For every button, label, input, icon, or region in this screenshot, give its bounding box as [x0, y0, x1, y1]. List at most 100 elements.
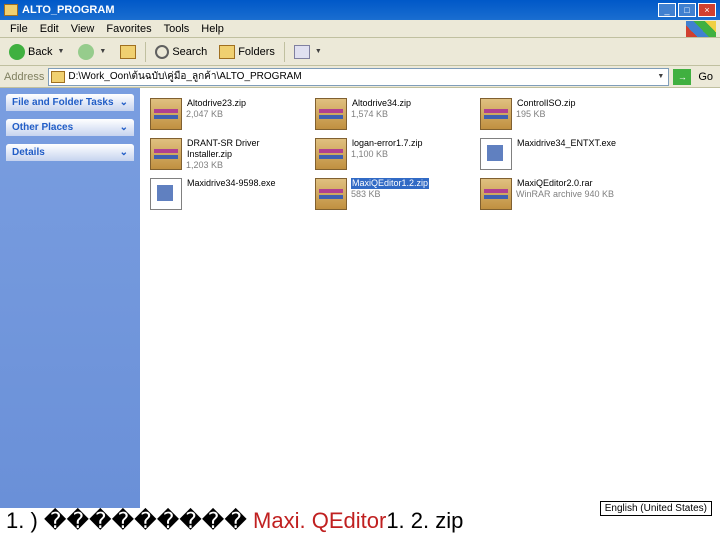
caption-filename: Maxi. QEditor	[247, 508, 386, 533]
separator	[284, 42, 285, 62]
places-header[interactable]: Other Places ⌄	[6, 119, 134, 136]
chevron-down-icon: ▼	[313, 48, 324, 55]
file-item[interactable]: Maxidrive34_ENTXT.exe	[478, 136, 633, 172]
file-meta: 1,100 KB	[351, 149, 466, 160]
details-header[interactable]: Details ⌄	[6, 144, 134, 161]
menu-edit[interactable]: Edit	[34, 23, 65, 35]
up-folder-icon	[120, 45, 136, 59]
file-name: MaxiQEditor2.0.rar	[516, 178, 594, 189]
file-name: ControlISO.zip	[516, 98, 577, 109]
address-label: Address	[4, 71, 44, 83]
collapse-icon: ⌄	[120, 147, 128, 158]
archive-icon	[150, 138, 182, 170]
menu-file[interactable]: File	[4, 23, 34, 35]
tasks-title: File and Folder Tasks	[12, 97, 114, 108]
menu-bar: File Edit View Favorites Tools Help	[0, 20, 720, 38]
executable-icon	[480, 138, 512, 170]
back-icon	[9, 44, 25, 60]
file-list[interactable]: Altodrive23.zip2,047 KBAltodrive34.zip1,…	[140, 88, 720, 508]
chevron-down-icon: ▼	[97, 48, 108, 55]
close-button[interactable]: ×	[698, 3, 716, 17]
folders-button[interactable]: Folders	[214, 42, 280, 62]
views-icon	[294, 45, 310, 59]
file-info: Maxidrive34-9598.exe	[186, 178, 301, 189]
file-meta: 583 KB	[351, 189, 466, 200]
file-info: MaxiQEditor1.2.zip583 KB	[351, 178, 466, 200]
file-meta: WinRAR archive 940 KB	[516, 189, 631, 200]
collapse-icon: ⌄	[120, 122, 128, 133]
file-name: Maxidrive34-9598.exe	[186, 178, 277, 189]
archive-icon	[315, 98, 347, 130]
file-info: logan-error1.7.zip1,100 KB	[351, 138, 466, 160]
file-info: Altodrive34.zip1,574 KB	[351, 98, 466, 120]
menu-view[interactable]: View	[65, 23, 101, 35]
file-info: Maxidrive34_ENTXT.exe	[516, 138, 631, 149]
menu-help[interactable]: Help	[195, 23, 230, 35]
folder-icon	[4, 4, 18, 16]
views-button[interactable]: ▼	[289, 42, 329, 62]
chevron-down-icon[interactable]: ▼	[655, 73, 666, 80]
minimize-button[interactable]: _	[658, 3, 676, 17]
file-item[interactable]: MaxiQEditor1.2.zip583 KB	[313, 176, 468, 212]
collapse-icon: ⌄	[120, 97, 128, 108]
file-meta: 2,047 KB	[186, 109, 301, 120]
archive-icon	[315, 178, 347, 210]
archive-icon	[315, 138, 347, 170]
go-button[interactable]: →	[673, 69, 691, 85]
separator	[145, 42, 146, 62]
file-item[interactable]: Altodrive34.zip1,574 KB	[313, 96, 468, 132]
slide-caption: 1. ) ��������� Maxi. QEditor1. 2. zip	[6, 508, 463, 534]
language-indicator[interactable]: English (United States)	[600, 501, 712, 516]
window-title: ALTO_PROGRAM	[22, 4, 658, 16]
windows-logo-icon	[686, 21, 716, 37]
file-info: MaxiQEditor2.0.rarWinRAR archive 940 KB	[516, 178, 631, 200]
file-meta: 1,574 KB	[351, 109, 466, 120]
file-item[interactable]: logan-error1.7.zip1,100 KB	[313, 136, 468, 172]
file-name: Altodrive34.zip	[351, 98, 412, 109]
caption-suffix: 1. 2. zip	[386, 508, 463, 533]
menu-favorites[interactable]: Favorites	[100, 23, 157, 35]
menu-tools[interactable]: Tools	[158, 23, 196, 35]
tasks-header[interactable]: File and Folder Tasks ⌄	[6, 94, 134, 111]
file-name: MaxiQEditor1.2.zip	[351, 178, 429, 189]
address-input[interactable]: D:\Work_Oon\ต้นฉบับ\คู่มือ_ลูกค้า\ALTO_P…	[48, 68, 669, 86]
go-label: Go	[695, 71, 716, 83]
file-item[interactable]: DRANT-SR Driver Installer.zip1,203 KB	[148, 136, 303, 172]
details-panel: Details ⌄	[6, 144, 134, 161]
archive-icon	[480, 178, 512, 210]
file-name: Maxidrive34_ENTXT.exe	[516, 138, 617, 149]
forward-button[interactable]: ▼	[73, 41, 113, 63]
back-button[interactable]: Back ▼	[4, 41, 71, 63]
file-item[interactable]: Altodrive23.zip2,047 KB	[148, 96, 303, 132]
toolbar: Back ▼ ▼ Search Folders ▼	[0, 38, 720, 66]
details-title: Details	[12, 147, 45, 158]
file-meta: 195 KB	[516, 109, 631, 120]
forward-icon	[78, 44, 94, 60]
address-path: D:\Work_Oon\ต้นฉบับ\คู่มือ_ลูกค้า\ALTO_P…	[68, 69, 655, 84]
folders-label: Folders	[238, 46, 275, 58]
file-info: ControlISO.zip195 KB	[516, 98, 631, 120]
chevron-down-icon: ▼	[55, 48, 66, 55]
file-name: DRANT-SR Driver Installer.zip	[186, 138, 301, 160]
folders-icon	[219, 45, 235, 59]
archive-icon	[150, 98, 182, 130]
up-button[interactable]	[115, 42, 141, 62]
file-info: Altodrive23.zip2,047 KB	[186, 98, 301, 120]
folder-icon	[51, 71, 65, 83]
file-meta: 1,203 KB	[186, 160, 301, 171]
file-info: DRANT-SR Driver Installer.zip1,203 KB	[186, 138, 301, 170]
address-bar: Address D:\Work_Oon\ต้นฉบับ\คู่มือ_ลูกค้…	[0, 66, 720, 88]
places-panel: Other Places ⌄	[6, 119, 134, 136]
title-bar: ALTO_PROGRAM _ □ ×	[0, 0, 720, 20]
file-item[interactable]: MaxiQEditor2.0.rarWinRAR archive 940 KB	[478, 176, 633, 212]
search-icon	[155, 45, 169, 59]
sidebar: File and Folder Tasks ⌄ Other Places ⌄ D…	[0, 88, 140, 508]
file-item[interactable]: Maxidrive34-9598.exe	[148, 176, 303, 212]
file-item[interactable]: ControlISO.zip195 KB	[478, 96, 633, 132]
search-label: Search	[172, 46, 207, 58]
maximize-button[interactable]: □	[678, 3, 696, 17]
search-button[interactable]: Search	[150, 42, 212, 62]
executable-icon	[150, 178, 182, 210]
archive-icon	[480, 98, 512, 130]
caption-prefix: 1. ) ���������	[6, 508, 247, 533]
